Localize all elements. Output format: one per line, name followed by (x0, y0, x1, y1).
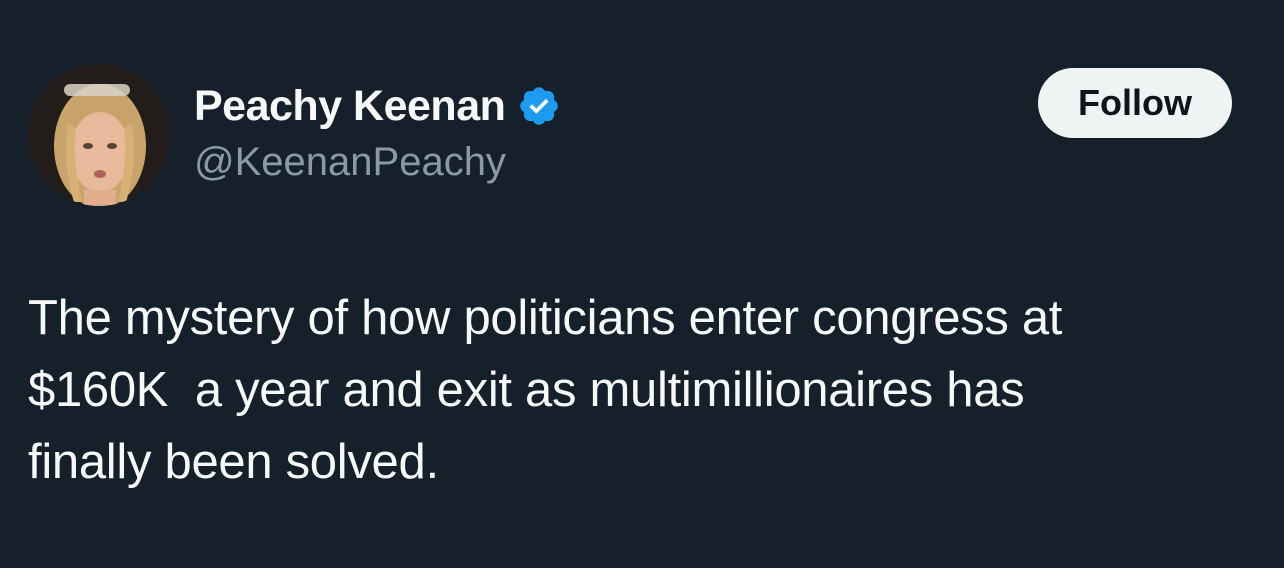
author-name-row: Peachy Keenan (194, 78, 561, 134)
verified-badge-icon[interactable] (517, 84, 561, 128)
profile-photo-icon (28, 64, 170, 206)
tweet-text: The mystery of how politicians enter con… (28, 291, 1063, 489)
author-handle[interactable]: @KeenanPeachy (194, 140, 506, 185)
display-name[interactable]: Peachy Keenan (194, 82, 506, 131)
follow-button[interactable]: Follow (1038, 68, 1232, 138)
tweet-card: Peachy Keenan @KeenanPeachy Follow The m… (0, 0, 1284, 568)
avatar[interactable] (28, 64, 170, 206)
